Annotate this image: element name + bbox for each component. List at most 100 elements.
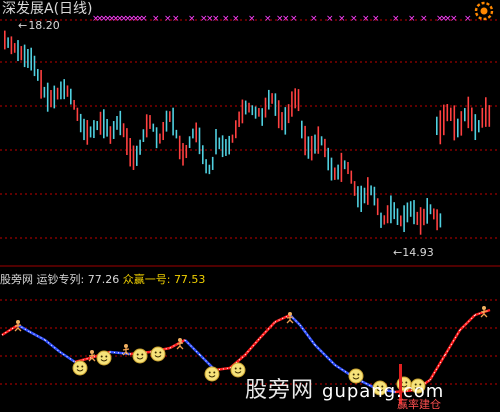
- smiley-icon: [96, 350, 112, 366]
- indicator-segment: [459, 314, 476, 331]
- candle-up: [400, 215, 402, 227]
- indicator-segment: [59, 350, 76, 364]
- signal-marker: ×: [450, 14, 458, 24]
- smiley-icon: [204, 366, 220, 382]
- candle-down: [478, 120, 480, 133]
- candle-down: [464, 108, 466, 122]
- candle-up: [40, 69, 42, 99]
- indicator-name-2: 众赢一号:: [122, 273, 171, 286]
- smiley-icon-eye: [105, 355, 108, 358]
- candle-down: [103, 109, 105, 139]
- indicator-segment: [474, 308, 491, 317]
- candle-up: [443, 104, 445, 136]
- signal-marker: ×: [362, 14, 370, 24]
- smiley-icon: [150, 346, 166, 362]
- signal-marker: ×: [140, 14, 148, 24]
- candle-down: [343, 160, 346, 170]
- signal-marker: ×: [232, 14, 240, 24]
- candle-down: [307, 136, 310, 159]
- settings-gear-icon[interactable]: [473, 0, 495, 22]
- candle-down: [27, 48, 29, 68]
- candle-down: [409, 201, 412, 217]
- candle-down: [30, 47, 32, 71]
- runner-icon: [288, 312, 292, 316]
- candle-down: [205, 159, 207, 174]
- candle-down: [228, 135, 230, 155]
- candle-up: [439, 110, 442, 145]
- candle-up: [178, 135, 181, 160]
- candle-down: [152, 123, 155, 132]
- candle-down: [357, 186, 359, 208]
- candle-up: [66, 85, 69, 97]
- smiley-icon-eye: [159, 351, 162, 354]
- candle-down: [139, 139, 141, 155]
- candle-down: [17, 40, 19, 62]
- candle-down: [370, 185, 372, 196]
- chart-canvas: ××××××××××××× × × × × ××× × × × × ×× × × × × × × × × × × ××××…: [0, 14, 500, 404]
- bottom-signal-text: 赢率建仓: [397, 398, 441, 411]
- candle-down: [403, 205, 405, 233]
- candle-up: [73, 99, 75, 110]
- runner-icon: [178, 338, 182, 342]
- candle-down: [202, 145, 204, 165]
- candle-down: [23, 44, 26, 68]
- candle-up: [423, 208, 425, 226]
- candle-down: [314, 134, 316, 154]
- signal-marker: ×: [464, 14, 472, 24]
- candle-up: [182, 143, 184, 166]
- candle-up: [264, 97, 267, 118]
- candle-down: [7, 37, 9, 48]
- candle-down: [221, 135, 224, 158]
- indicator-prefix: 股旁网: [0, 273, 33, 286]
- candle-up: [488, 105, 491, 127]
- candle-down: [457, 118, 459, 138]
- signal-marker: ×: [152, 14, 160, 24]
- candle-down: [254, 106, 257, 119]
- runner-icon: [90, 350, 94, 354]
- candle-down: [429, 204, 432, 215]
- candle-up: [460, 111, 463, 136]
- candle-down: [439, 213, 442, 228]
- candle-up: [162, 121, 164, 141]
- signal-marker: ×: [290, 14, 298, 24]
- candle-down: [474, 114, 477, 141]
- candle-up: [185, 144, 188, 159]
- signal-marker: ×: [248, 14, 256, 24]
- runner-icon: [16, 320, 20, 324]
- candle-up: [126, 128, 128, 156]
- candle-up: [50, 90, 52, 108]
- candle-down: [116, 116, 118, 130]
- chart-title: 深发展A(日线): [2, 0, 93, 18]
- candle-down: [396, 208, 399, 225]
- candle-down: [155, 127, 158, 149]
- candle-down: [136, 145, 138, 166]
- candle-up: [340, 152, 343, 182]
- candle-up: [13, 43, 16, 53]
- candle-down: [198, 127, 201, 155]
- signal-marker: ×: [310, 14, 318, 24]
- candle-down: [406, 202, 409, 223]
- candle-down: [112, 121, 115, 139]
- candle-up: [86, 120, 89, 145]
- candle-down: [360, 185, 362, 212]
- candle-up: [122, 123, 125, 138]
- candle-down: [218, 137, 221, 150]
- candle-up: [350, 170, 353, 184]
- candle-up: [419, 207, 422, 235]
- chart-title-text: 深发展A(日线): [2, 1, 93, 17]
- candle-up: [324, 138, 326, 158]
- candle-up: [310, 135, 313, 161]
- candle-up: [467, 96, 470, 129]
- candle-up: [169, 111, 171, 122]
- candle-down: [106, 118, 108, 137]
- candle-down: [175, 129, 178, 139]
- indicator-segment: [244, 337, 261, 356]
- candle-down: [211, 156, 214, 170]
- smiley-icon-eye: [208, 371, 211, 374]
- high-price-label: ← 18.20: [18, 19, 60, 32]
- candle-down: [79, 113, 82, 133]
- candle-up: [446, 104, 449, 122]
- candle-up: [235, 120, 237, 139]
- candle-up: [241, 99, 244, 124]
- candle-down: [192, 128, 194, 139]
